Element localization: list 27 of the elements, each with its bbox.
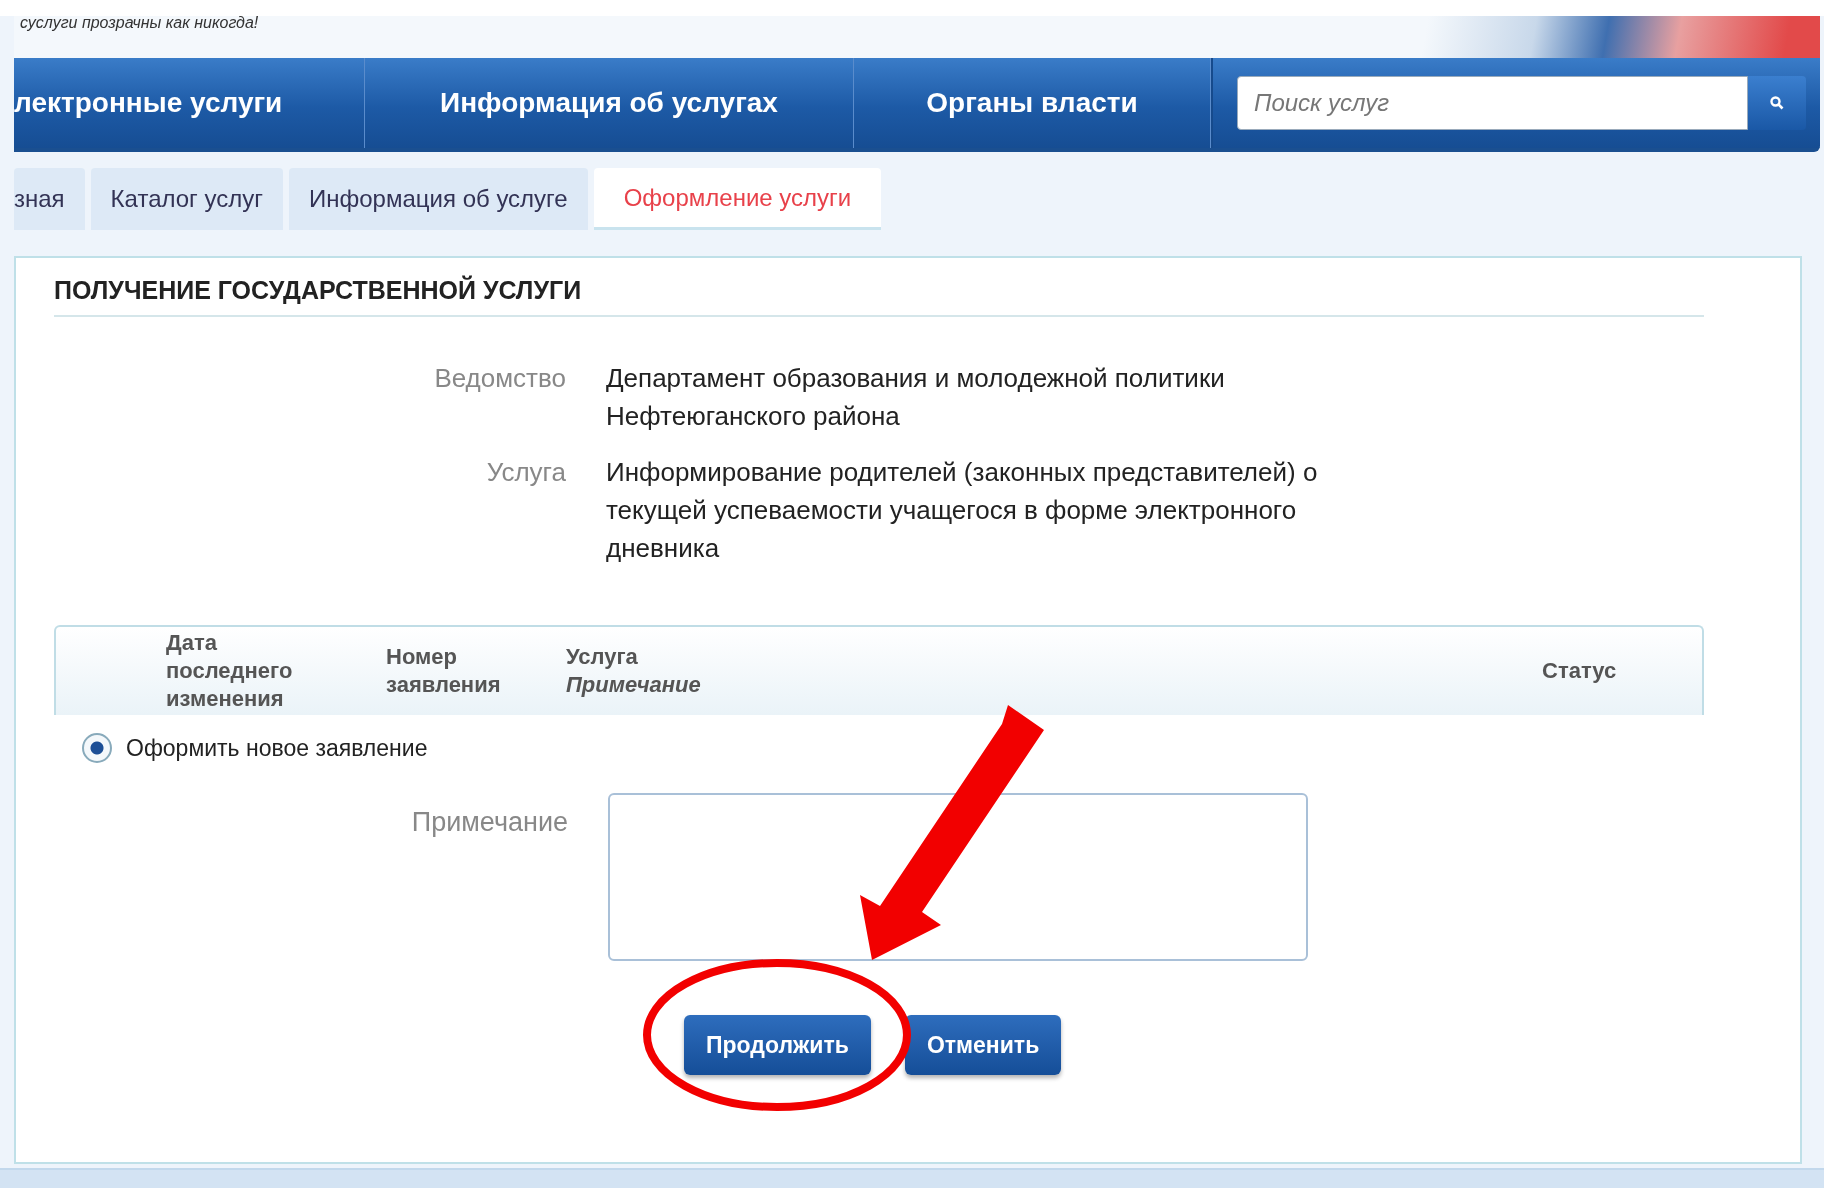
nav-link[interactable]: Органы власти: [854, 58, 1211, 148]
column-title: Дата последнего изменения: [166, 629, 294, 713]
radio-label[interactable]: Оформить новое заявление: [126, 734, 428, 762]
breadcrumb-tab[interactable]: Оформление услуги: [593, 168, 882, 230]
field-label: Ведомство: [433, 362, 566, 395]
column-title: Номер заявления: [386, 643, 502, 699]
field-label: Услуга: [485, 456, 566, 489]
field-label: Примечание: [410, 806, 568, 838]
radio-button[interactable]: [82, 733, 112, 763]
field-value: Департамент образования и молодежной политики Нефтеюганского района: [606, 362, 1226, 433]
search-button[interactable]: [1748, 76, 1806, 130]
section-title: ПОЛУЧЕНИЕ ГОСУДАРСТВЕННОЙ УСЛУГИ: [54, 258, 1704, 317]
note-field[interactable]: [608, 793, 1308, 961]
action-button[interactable]: Продолжить: [684, 1015, 871, 1075]
breadcrumb-tab[interactable]: зная: [14, 168, 85, 230]
action-button[interactable]: Отменить: [904, 1015, 1062, 1075]
slogan: суслуги прозрачны как никогда!: [19, 14, 259, 32]
column-subtitle: Примечание: [566, 671, 702, 699]
nav-link[interactable]: лектронные услуги: [14, 58, 365, 148]
column-title: Статус: [1542, 657, 1618, 685]
breadcrumb-tab[interactable]: Информация об услуге: [289, 168, 588, 230]
column-title: Услуга: [566, 643, 639, 671]
breadcrumb-tab[interactable]: Каталог услуг: [90, 168, 283, 230]
search-field[interactable]: Поиск услуг: [1237, 76, 1748, 130]
field-value: Информирование родителей (законных представителей) о текущей успеваемости учащегося в форме электронного дневника: [606, 456, 1319, 565]
search-icon: [1769, 95, 1785, 111]
nav-link[interactable]: Информация об услугах: [365, 58, 854, 148]
